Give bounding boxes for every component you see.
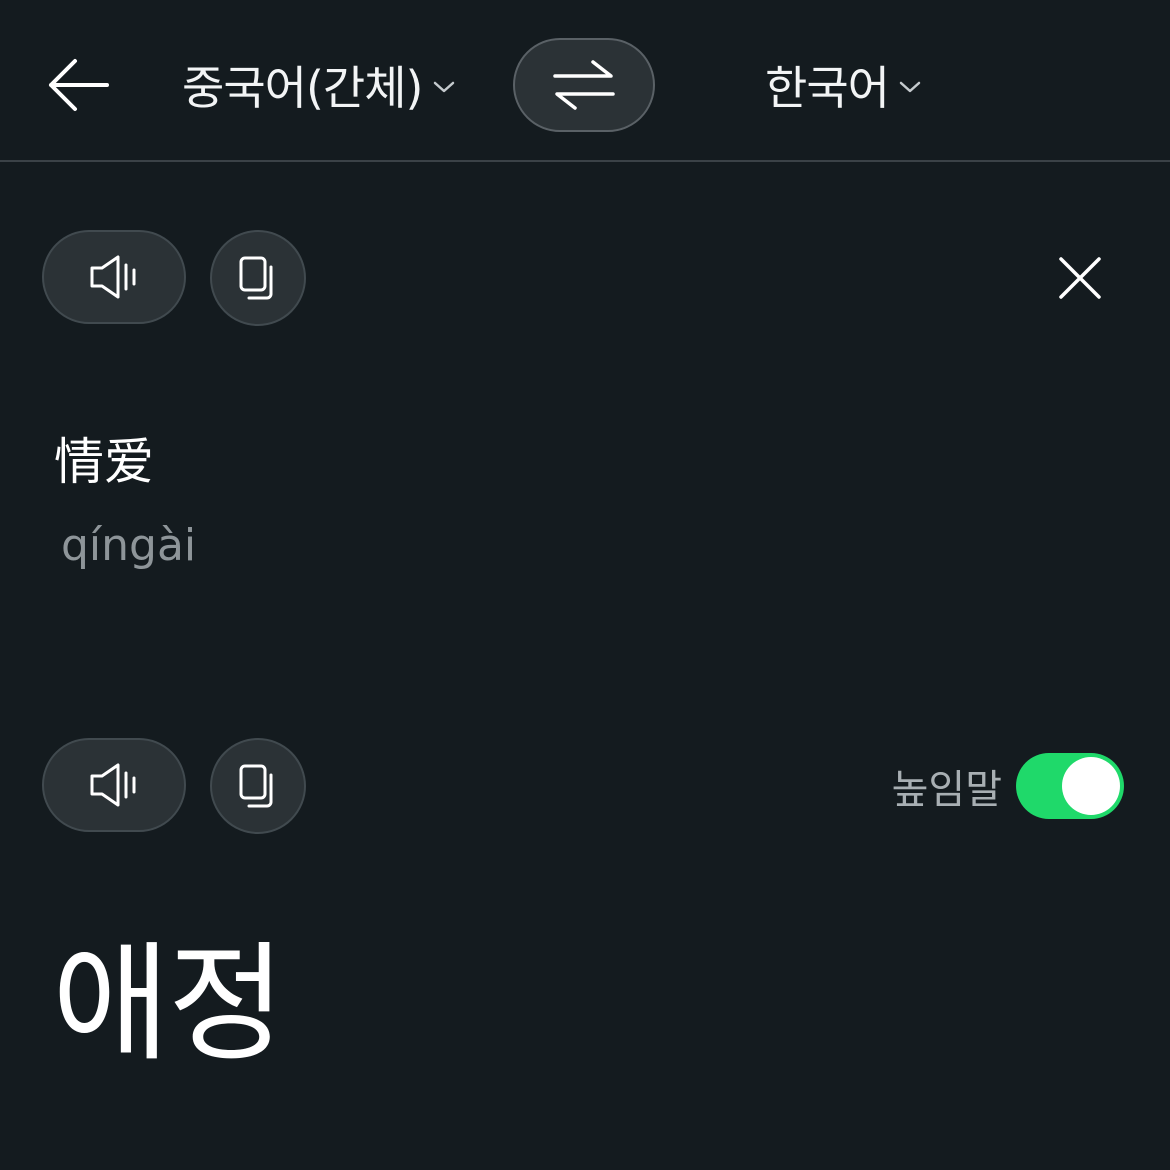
clear-button[interactable] [1046,244,1114,312]
arrow-left-icon [49,59,109,111]
copy-icon [239,256,273,300]
result-speak-button[interactable] [42,738,186,832]
chevron-down-icon [433,80,455,94]
chevron-down-icon [899,80,921,94]
source-text: 情爱 [54,433,154,491]
back-button[interactable] [44,54,112,116]
swap-arrows-icon [553,60,615,110]
translation-result: 애정 [52,930,286,1079]
honorific-toggle[interactable] [1016,753,1124,819]
pinyin-text: qíngài [61,520,197,571]
swap-languages-button[interactable] [513,38,655,132]
result-copy-button[interactable] [210,738,306,834]
honorific-control: 높임말 [892,753,1124,819]
source-language-selector[interactable]: 중국어(간체) [182,52,455,118]
target-language-selector[interactable]: 한국어 [765,52,921,118]
toggle-knob [1062,757,1120,815]
speaker-icon [90,763,136,807]
source-speak-button[interactable] [42,230,186,324]
top-bar: 중국어(간체) 한국어 [0,0,1170,162]
source-copy-button[interactable] [210,230,306,326]
speaker-icon [90,255,136,299]
honorific-label: 높임말 [891,767,1002,813]
copy-icon [239,764,273,808]
target-language-label: 한국어 [765,61,890,115]
source-language-label: 중국어(간체) [182,61,423,115]
close-icon [1059,257,1101,299]
